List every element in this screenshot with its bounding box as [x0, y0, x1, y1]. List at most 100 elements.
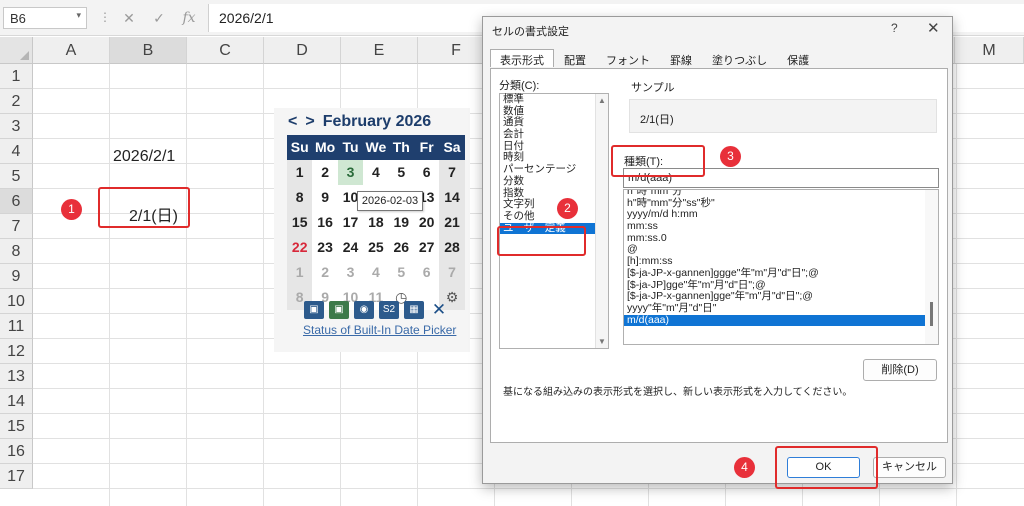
dialog-description: 基になる組み込みの表示形式を選択し、新しい表示形式を入力してください。 [503, 387, 853, 398]
row-header[interactable]: 11 [0, 314, 33, 339]
row-header[interactable]: 15 [0, 414, 33, 439]
calendar-day[interactable]: 17 [337, 210, 364, 235]
calendar-day[interactable]: 1 [287, 160, 313, 185]
calendar-day[interactable]: 18 [363, 210, 389, 235]
calendar-day-next-month[interactable]: 6 [413, 260, 440, 285]
delete-button[interactable]: 削除(D) [863, 359, 937, 381]
window-icon[interactable]: ▣ [304, 301, 324, 319]
format-item[interactable]: mm:ss.0 [624, 232, 938, 245]
format-scrollbar[interactable] [925, 190, 938, 344]
column-header-d[interactable]: D [264, 37, 341, 64]
row-header[interactable]: 9 [0, 264, 33, 289]
category-item[interactable]: 分数 [500, 175, 608, 188]
calendar-day[interactable]: 6 [413, 160, 440, 185]
calendar-day[interactable]: 15 [287, 210, 313, 235]
row-header[interactable]: 7 [0, 214, 33, 239]
format-item[interactable]: mm:ss [624, 220, 938, 233]
calendar-day-next-month[interactable]: 7 [439, 260, 465, 285]
row-header[interactable]: 1 [0, 64, 33, 89]
row-header[interactable]: 6 [0, 189, 33, 214]
column-header-e[interactable]: E [341, 37, 418, 64]
window-green-icon[interactable]: ▣ [329, 301, 349, 319]
tab-border[interactable]: 罫線 [660, 49, 702, 67]
calendar-day[interactable]: 23 [312, 235, 338, 260]
column-header-m[interactable]: M [955, 37, 1024, 64]
row-header[interactable]: 17 [0, 464, 33, 489]
format-item[interactable]: yyyy"年"m"月"d"日" [624, 302, 938, 315]
calendar-day[interactable]: 8 [287, 185, 313, 210]
weekday-header: We [363, 135, 389, 160]
calendar-day[interactable]: 20 [413, 210, 440, 235]
tab-fill[interactable]: 塗りつぶし [702, 49, 777, 67]
close-icon[interactable]: ✕ [927, 19, 940, 37]
calendar-day[interactable]: 16 [312, 210, 338, 235]
calendar-day[interactable]: 27 [413, 235, 440, 260]
category-item[interactable]: その他 [500, 210, 608, 223]
cancel-icon[interactable]: ✕ [117, 7, 141, 29]
format-list[interactable]: h"時"mm"分" h"時"mm"分"ss"秒" yyyy/m/d h:mm m… [623, 189, 939, 345]
next-month-button[interactable]: > [305, 113, 314, 130]
calendar-day[interactable]: 5 [388, 160, 414, 185]
name-box[interactable]: B6 ▾ [3, 7, 87, 29]
enter-icon[interactable]: ✓ [147, 7, 171, 29]
calendar-day[interactable]: 24 [337, 235, 364, 260]
calendar-day[interactable]: 4 [363, 160, 389, 185]
calendar-icon[interactable]: ▦ [404, 301, 424, 319]
globe-icon[interactable]: ◉ [354, 301, 374, 319]
calendar-day[interactable]: 25 [363, 235, 389, 260]
calendar-day[interactable]: 28 [439, 235, 465, 260]
tab-number[interactable]: 表示形式 [490, 49, 554, 67]
row-header[interactable]: 4 [0, 139, 33, 164]
calendar-day-next-month[interactable]: 1 [287, 260, 313, 285]
row-header[interactable]: 13 [0, 364, 33, 389]
calendar-day-next-month[interactable]: 3 [337, 260, 364, 285]
drag-handle-icon[interactable]: ⋮ [99, 10, 111, 24]
prev-month-button[interactable]: < [288, 113, 297, 130]
row-header[interactable]: 3 [0, 114, 33, 139]
calendar-day[interactable]: 19 [388, 210, 414, 235]
row-header[interactable]: 2 [0, 89, 33, 114]
scroll-thumb[interactable] [930, 302, 933, 326]
calendar-day[interactable]: 26 [388, 235, 414, 260]
tab-font[interactable]: フォント [596, 49, 660, 67]
category-list[interactable]: 標準 数値 通貨 会計 日付 時刻 パーセンテージ 分数 指数 文字列 その他 … [499, 93, 609, 349]
calendar-day[interactable]: 14 [439, 185, 465, 210]
row-header[interactable]: 16 [0, 439, 33, 464]
row-header[interactable]: 14 [0, 389, 33, 414]
column-header-c[interactable]: C [187, 37, 264, 64]
calendar-day[interactable]: 2 [312, 160, 338, 185]
cancel-button[interactable]: キャンセル [873, 457, 946, 478]
status-link[interactable]: Status of Built-In Date Picker [303, 323, 456, 337]
calendar-day-next-month[interactable]: 5 [388, 260, 414, 285]
row-header[interactable]: 12 [0, 339, 33, 364]
format-item[interactable]: yyyy/m/d h:mm [624, 209, 938, 221]
s2-icon[interactable]: S2 [379, 301, 399, 319]
format-item[interactable]: [$-ja-JP-x-gannen]ggge"年"m"月"d"日";@ [624, 267, 938, 280]
tab-alignment[interactable]: 配置 [554, 49, 596, 67]
category-item[interactable]: 会計 [500, 128, 608, 141]
fx-icon[interactable]: fx [177, 7, 201, 29]
calendar-day-next-month[interactable]: 2 [312, 260, 338, 285]
calendar-day[interactable]: 21 [439, 210, 465, 235]
format-item-selected[interactable]: m/d(aaa) [624, 314, 938, 327]
category-scrollbar[interactable]: ▲ ▼ [595, 94, 608, 348]
calendar-day-next-month[interactable]: 4 [363, 260, 389, 285]
calendar-day-today[interactable]: 22 [287, 235, 313, 260]
scroll-down-icon[interactable]: ▼ [598, 337, 606, 346]
calendar-day[interactable]: 7 [439, 160, 465, 185]
row-header[interactable]: 10 [0, 289, 33, 314]
chevron-down-icon[interactable]: ▾ [76, 10, 81, 21]
close-x-icon[interactable]: ✕ [429, 301, 449, 319]
cell-b4[interactable]: 2026/2/1 [113, 148, 175, 166]
scroll-up-icon[interactable]: ▲ [598, 96, 606, 105]
calendar-day[interactable]: 9 [312, 185, 338, 210]
column-header-b[interactable]: B [110, 37, 187, 64]
row-header[interactable]: 8 [0, 239, 33, 264]
category-item[interactable]: 標準 [500, 93, 608, 106]
help-icon[interactable]: ? [891, 21, 898, 35]
row-header[interactable]: 5 [0, 164, 33, 189]
calendar-day-selected[interactable]: 3 [337, 160, 364, 185]
select-all-corner[interactable] [0, 37, 33, 64]
column-header-a[interactable]: A [33, 37, 110, 64]
tab-protection[interactable]: 保護 [777, 49, 819, 67]
